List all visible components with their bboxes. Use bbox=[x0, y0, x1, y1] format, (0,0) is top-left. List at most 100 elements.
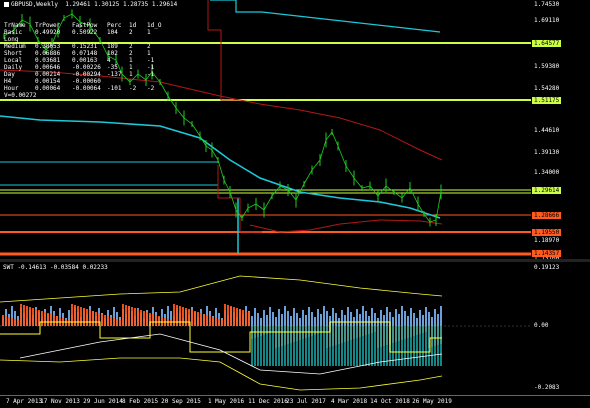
swt-bar-orange bbox=[35, 309, 37, 326]
table-cell: 1 bbox=[129, 57, 133, 64]
swt-bar-orange bbox=[83, 308, 85, 326]
table-cell: Local bbox=[4, 57, 23, 64]
table-cell: 4 bbox=[107, 57, 111, 64]
swt-bar-blue bbox=[368, 316, 370, 326]
price-tag: 1.64577 bbox=[532, 40, 562, 47]
swt-bar-orange bbox=[26, 306, 28, 326]
step-line bbox=[207, 0, 240, 101]
swt-bar-orange bbox=[14, 319, 16, 326]
table-cell: -0.00064 bbox=[72, 85, 101, 92]
swt-bar-blue bbox=[317, 309, 319, 326]
time-axis-label: 4 Mar 2018 bbox=[330, 398, 368, 405]
swt-bar-blue bbox=[401, 306, 403, 326]
swt-bar-blue bbox=[263, 310, 265, 326]
swt-bar-blue bbox=[311, 312, 313, 326]
swt-bar-blue bbox=[374, 313, 376, 326]
indicator-pane[interactable]: SWT -0.14613 -0.03584 0.02233 bbox=[0, 262, 531, 395]
time-axis-label: 29 Jun 2014 bbox=[83, 398, 123, 405]
swt-bar-blue bbox=[335, 313, 337, 326]
swt-bar-teal bbox=[425, 326, 427, 366]
swt-bar-orange bbox=[101, 314, 103, 326]
swt-bar-orange bbox=[215, 318, 217, 326]
swt-bar-orange bbox=[125, 305, 127, 326]
time-axis-label: 23 Jul 2017 bbox=[286, 398, 326, 405]
indicator-axis-top: 0.19123 bbox=[534, 264, 560, 271]
swt-bar-orange bbox=[236, 308, 238, 326]
price-tag: 1.14357 bbox=[532, 250, 562, 257]
swt-bar-orange bbox=[221, 320, 223, 326]
table-cell: -35 bbox=[107, 64, 118, 71]
swt-bar-teal bbox=[440, 326, 442, 366]
swt-bar-orange bbox=[146, 312, 148, 326]
swt-bar-blue bbox=[302, 310, 304, 326]
swt-bar-blue bbox=[425, 307, 427, 326]
swt-bar-blue bbox=[332, 308, 334, 326]
swt-bar-orange bbox=[137, 309, 139, 326]
main-chart[interactable]: GBPUSD,Weekly 1.29461 1.30125 1.28735 1.… bbox=[0, 0, 531, 259]
chart-title-icon bbox=[4, 2, 9, 7]
price-axis-label: 1.59380 bbox=[534, 63, 560, 70]
swt-bar-blue bbox=[365, 311, 367, 326]
table-cell: 0.50922 bbox=[72, 29, 98, 36]
swt-bar-orange bbox=[56, 316, 58, 326]
indicator-axis: 0.19123 0.00 -0.2083 bbox=[531, 262, 590, 395]
swt-bar-orange bbox=[86, 309, 88, 326]
swt-bar-orange bbox=[50, 314, 52, 326]
swt-bar-orange bbox=[23, 305, 25, 326]
swt-bar-blue bbox=[305, 315, 307, 326]
swt-bar-blue bbox=[431, 317, 433, 326]
swt-bar-blue bbox=[410, 308, 412, 326]
swt-bar-orange bbox=[179, 306, 181, 326]
swt-bar-orange bbox=[47, 313, 49, 326]
indicator-svg bbox=[0, 275, 531, 391]
swt-bar-teal bbox=[437, 326, 439, 366]
swt-bar-orange bbox=[239, 309, 241, 326]
table-cell: 0.00646 bbox=[35, 64, 61, 71]
swt-bar-orange bbox=[230, 306, 232, 326]
swt-bar-orange bbox=[134, 308, 136, 326]
price-axis-label: 1.18970 bbox=[534, 237, 560, 244]
swt-bar-teal bbox=[404, 326, 406, 366]
swt-bar-orange bbox=[92, 311, 94, 326]
swt-bar-orange bbox=[248, 312, 250, 326]
swt-bar-blue bbox=[404, 311, 406, 326]
swt-bar-orange bbox=[143, 311, 145, 326]
swt-bar-orange bbox=[77, 306, 79, 326]
price-tag: 1.51175 bbox=[532, 97, 562, 104]
swt-bar-teal bbox=[371, 326, 373, 366]
table-cell: Daily bbox=[4, 64, 23, 71]
table-cell: -0.00060 bbox=[72, 78, 101, 85]
swt-bar-orange bbox=[17, 320, 19, 326]
swt-bar-orange bbox=[122, 304, 124, 326]
table-cell: 0.00214 bbox=[35, 71, 61, 78]
chart-title: GBPUSD,Weekly 1.29461 1.30125 1.28735 1.… bbox=[4, 1, 177, 8]
indicator-axis-bottom: -0.2083 bbox=[534, 384, 560, 391]
table-header-5: 1d_O bbox=[147, 22, 162, 29]
swt-bar-teal bbox=[368, 326, 370, 366]
swt-bar-orange bbox=[110, 317, 112, 326]
swt-bar-blue bbox=[269, 307, 271, 326]
swt-bar-teal bbox=[416, 326, 418, 366]
chart-symbol-label: GBPUSD,Weekly bbox=[11, 1, 58, 8]
swt-bar-orange bbox=[41, 311, 43, 326]
table-footer: V=0.00272 bbox=[4, 92, 37, 99]
table-cell: Day bbox=[4, 71, 15, 78]
swt-bar-orange bbox=[206, 315, 208, 326]
time-axis-label: 1 May 2016 bbox=[207, 398, 245, 405]
envelope-top bbox=[0, 275, 443, 303]
swt-bar-blue bbox=[440, 306, 442, 326]
swt-bar-teal bbox=[359, 326, 361, 366]
table-cell: -1 bbox=[147, 64, 155, 71]
swt-bar-blue bbox=[386, 307, 388, 326]
time-axis-label: 8 Feb 2015 bbox=[121, 398, 159, 405]
swt-bar-blue bbox=[257, 313, 259, 326]
table-cell: 0.00163 bbox=[72, 57, 98, 64]
table-cell: 1 bbox=[147, 29, 151, 36]
price-axis-label: 1.34000 bbox=[534, 169, 560, 176]
swt-bar-blue bbox=[434, 309, 436, 326]
table-cell: Hour bbox=[4, 85, 19, 92]
price-axis: 1.74530 1.69110 1.59380 1.54280 1.44610 1.391… bbox=[531, 0, 590, 262]
time-axis-label: 17 Nov 2013 bbox=[40, 398, 80, 405]
table-cell: -1 bbox=[147, 71, 155, 78]
table-cell: 1 bbox=[129, 71, 133, 78]
